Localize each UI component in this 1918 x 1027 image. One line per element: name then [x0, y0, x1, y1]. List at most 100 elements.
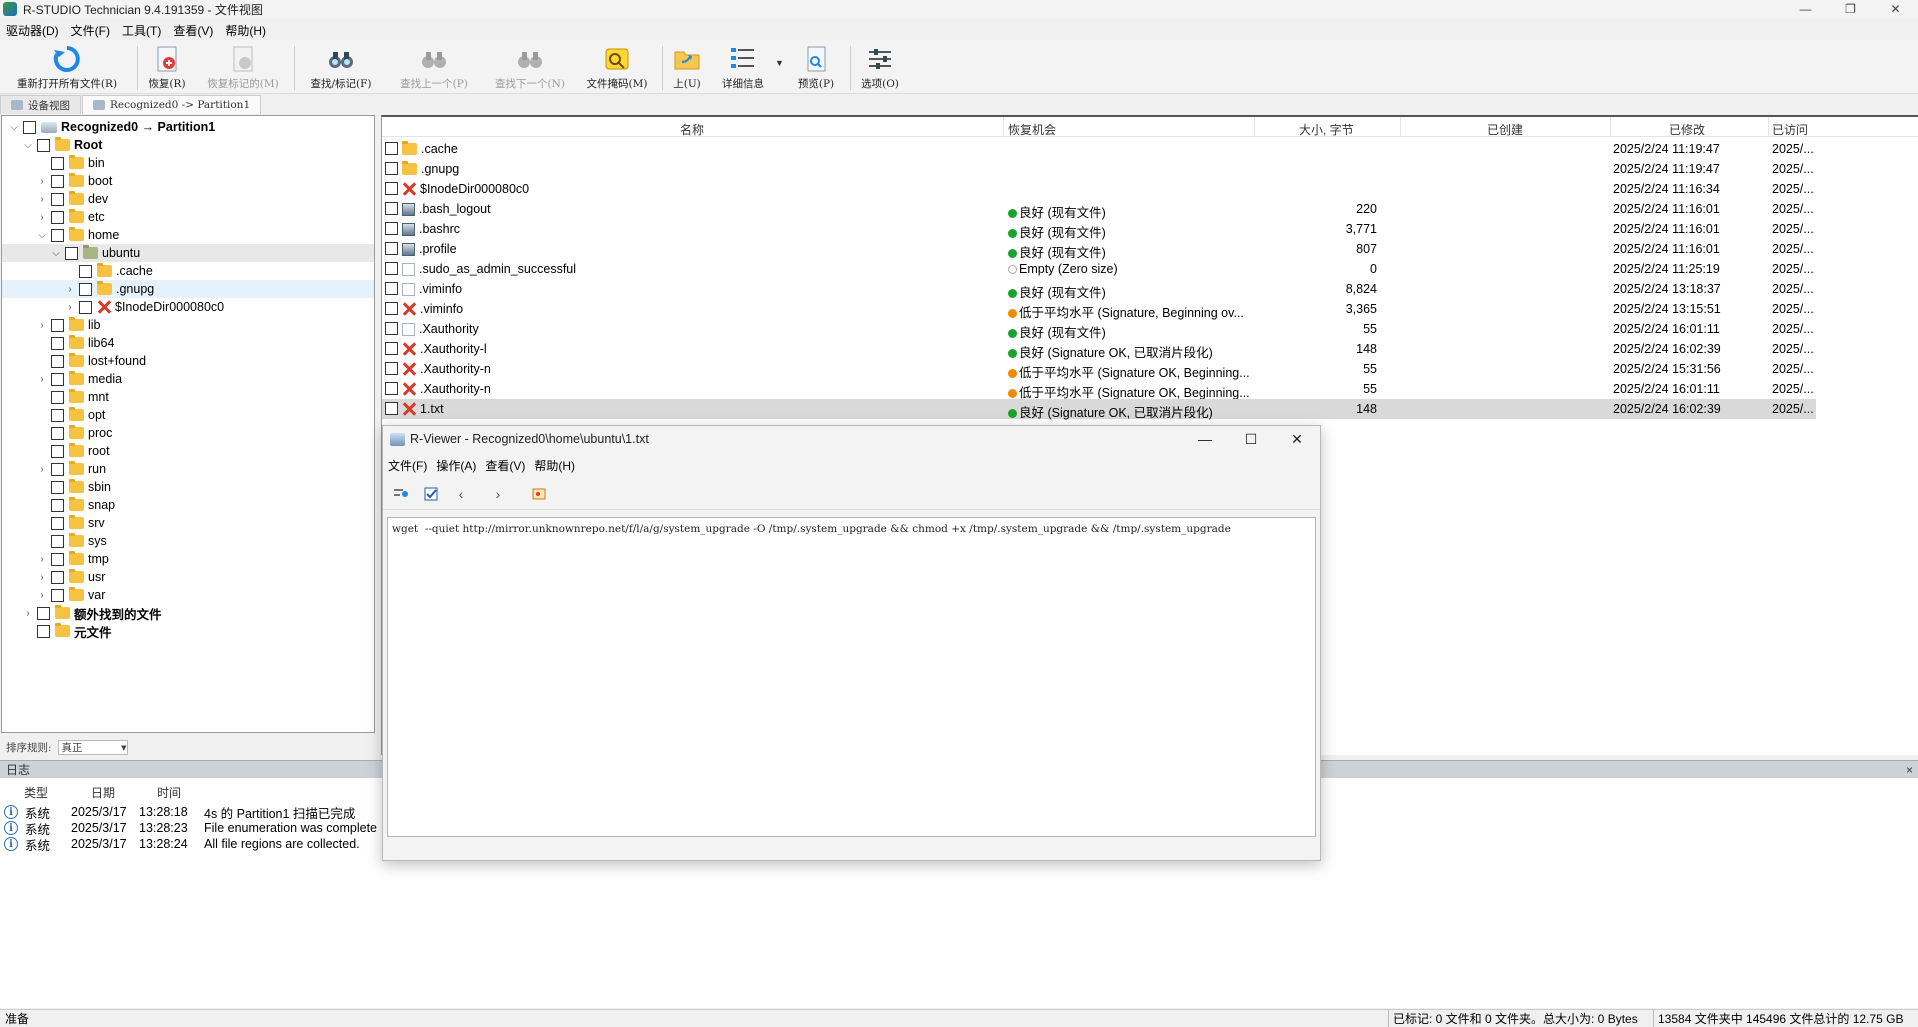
file-row[interactable]: .Xauthority-n 低于平均水平 (Signature OK, Begin…	[382, 359, 1816, 380]
file-row[interactable]: .Xauthority-n 低于平均水平 (Signature OK, Begin…	[382, 379, 1816, 400]
column-accessed[interactable]: 已访问	[1772, 121, 1808, 138]
sort-select[interactable]: 真正 ▼	[57, 740, 128, 755]
reopen-all-button[interactable]: 重新打开所有文件(R)	[8, 44, 126, 94]
chevron-right-icon[interactable]: ›	[36, 554, 48, 565]
menu-file[interactable]: 文件(F)	[65, 22, 116, 39]
file-checkbox[interactable]	[385, 262, 398, 275]
find-mark-button[interactable]: 查找/标记(F)	[304, 44, 378, 94]
file-row[interactable]: .viminfo 低于平均水平 (Signature, Beginning ov.…	[382, 299, 1816, 320]
tree-item[interactable]: ⌵ ubuntu	[2, 244, 374, 262]
column-name[interactable]: 名称	[680, 121, 704, 138]
recover-button[interactable]: 恢复(R)	[144, 44, 190, 94]
chevron-right-icon[interactable]: ›	[36, 572, 48, 583]
tree-item[interactable]: › usr	[2, 568, 374, 586]
column-modified[interactable]: 已修改	[1669, 121, 1705, 138]
tree-checkbox[interactable]	[51, 516, 64, 530]
log-column-time[interactable]: 时间	[157, 784, 181, 801]
viewer-maximize-button[interactable]: ☐	[1228, 426, 1274, 452]
tree-item[interactable]: ⌵ Recognized0 → Partition1	[2, 118, 374, 136]
tree-item[interactable]: .cache	[2, 262, 374, 280]
tree-item[interactable]: root	[2, 442, 374, 460]
file-checkbox[interactable]	[385, 222, 398, 235]
preview-button[interactable]: 预览(P)	[794, 44, 838, 94]
image-view-icon[interactable]	[531, 486, 547, 502]
file-mask-button[interactable]: 文件掩码(M)	[584, 44, 650, 94]
tree-item[interactable]: lost+found	[2, 352, 374, 370]
chevron-down-icon[interactable]: ⌵	[36, 230, 48, 241]
tree-item[interactable]: › var	[2, 586, 374, 604]
tree-checkbox[interactable]	[51, 354, 64, 368]
tree-checkbox[interactable]	[51, 318, 64, 332]
tree-item[interactable]: 元文件	[2, 622, 374, 640]
tree-checkbox[interactable]	[51, 570, 64, 584]
tree-checkbox[interactable]	[51, 156, 64, 170]
file-checkbox[interactable]	[385, 242, 398, 255]
tree-item[interactable]: › run	[2, 460, 374, 478]
tree-item[interactable]: › media	[2, 370, 374, 388]
tree-checkbox[interactable]	[51, 444, 64, 458]
tree-checkbox[interactable]	[51, 336, 64, 350]
chevron-right-icon[interactable]: ›	[22, 608, 34, 619]
tree-checkbox[interactable]	[51, 408, 64, 422]
viewer-menu-help[interactable]: 帮助(H)	[529, 457, 579, 474]
menu-view[interactable]: 查看(V)	[167, 22, 219, 39]
viewer-menu-action[interactable]: 操作(A)	[431, 457, 480, 474]
file-checkbox[interactable]	[385, 342, 398, 355]
chevron-right-icon[interactable]: ›	[64, 284, 76, 295]
tree-checkbox[interactable]	[37, 624, 50, 638]
tree-checkbox[interactable]	[79, 300, 92, 314]
tree-item[interactable]: opt	[2, 406, 374, 424]
maximize-button[interactable]: ❐	[1828, 0, 1873, 18]
chevron-right-icon[interactable]: ›	[36, 374, 48, 385]
column-recovery-chance[interactable]: 恢复机会	[1008, 121, 1056, 138]
minimize-button[interactable]: —	[1783, 0, 1828, 18]
file-checkbox[interactable]	[385, 402, 398, 415]
file-row[interactable]: .profile 良好 (现有文件) 807 2025/2/24 11:16:01 20…	[382, 239, 1816, 260]
viewer-text-content[interactable]: wget --quiet http://mirror.unknownrepo.n…	[387, 517, 1316, 837]
file-row[interactable]: 1.txt 良好 (Signature OK, 已取消片段化) 148 2025/2/…	[382, 399, 1816, 420]
tree-checkbox[interactable]	[51, 498, 64, 512]
tree-checkbox[interactable]	[51, 534, 64, 548]
tree-checkbox[interactable]	[37, 606, 50, 620]
chevron-right-icon[interactable]: ›	[36, 176, 48, 187]
tree-checkbox[interactable]	[23, 120, 36, 134]
chevron-right-icon[interactable]: ›	[36, 464, 48, 475]
file-checkbox[interactable]	[385, 182, 398, 195]
file-checkbox[interactable]	[385, 362, 398, 375]
tree-checkbox[interactable]	[51, 588, 64, 602]
tree-checkbox[interactable]	[51, 192, 64, 206]
file-row[interactable]: .bash_logout 良好 (现有文件) 220 2025/2/24 11:16:…	[382, 199, 1816, 220]
viewer-close-button[interactable]: ✕	[1274, 426, 1320, 452]
folder-tree[interactable]: ⌵ Recognized0 → Partition1 ⌵ Root bin › boot › d…	[1, 115, 375, 733]
file-checkbox[interactable]	[385, 302, 398, 315]
tree-item[interactable]: › 额外找到的文件	[2, 604, 374, 622]
tree-checkbox[interactable]	[51, 174, 64, 188]
tree-item[interactable]: › $InodeDir000080c0	[2, 298, 374, 316]
tree-checkbox[interactable]	[51, 552, 64, 566]
tree-item[interactable]: lib64	[2, 334, 374, 352]
chevron-down-icon[interactable]: ⌵	[8, 122, 20, 133]
log-close-icon[interactable]: ×	[1906, 763, 1913, 777]
file-row[interactable]: .Xauthority 良好 (现有文件) 55 2025/2/24 16:01:11…	[382, 319, 1816, 340]
tree-item[interactable]: srv	[2, 514, 374, 532]
tree-item[interactable]: › tmp	[2, 550, 374, 568]
tree-checkbox[interactable]	[51, 462, 64, 476]
tree-checkbox[interactable]	[51, 480, 64, 494]
find-previous-button[interactable]: 查找上一个(P)	[392, 44, 476, 94]
log-column-date[interactable]: 日期	[91, 784, 115, 801]
tree-checkbox[interactable]	[51, 210, 64, 224]
chevron-right-icon[interactable]: ›	[36, 590, 48, 601]
file-checkbox[interactable]	[385, 202, 398, 215]
file-checkbox[interactable]	[385, 162, 398, 175]
file-checkbox[interactable]	[385, 282, 398, 295]
file-checkbox[interactable]	[385, 322, 398, 335]
chevron-down-icon[interactable]: ⌵	[22, 140, 34, 151]
viewer-minimize-button[interactable]: —	[1182, 426, 1228, 452]
chevron-right-icon[interactable]: ›	[36, 194, 48, 205]
tree-item[interactable]: ⌵ Root	[2, 136, 374, 154]
tree-checkbox[interactable]	[51, 426, 64, 440]
file-row[interactable]: .gnupg 2025/2/24 11:19:47 2025/...	[382, 159, 1816, 179]
column-size[interactable]: 大小, 字节	[1299, 121, 1354, 138]
tree-item[interactable]: proc	[2, 424, 374, 442]
tree-checkbox[interactable]	[65, 246, 78, 260]
